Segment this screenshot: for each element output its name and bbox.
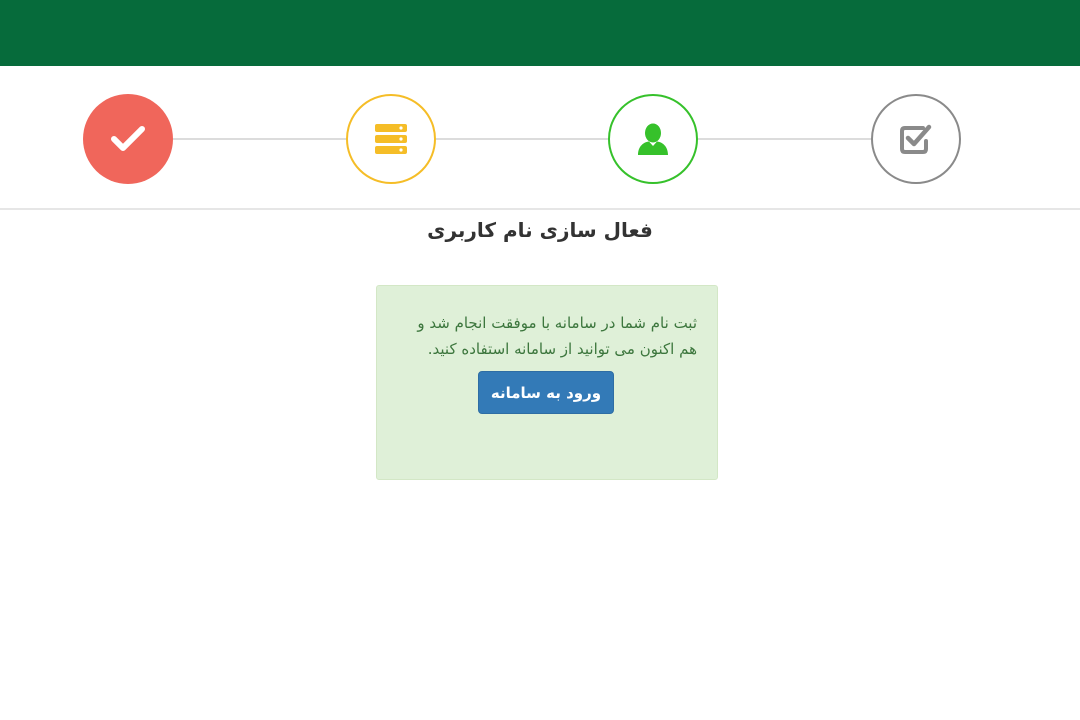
user-icon — [636, 122, 670, 156]
registration-stepper — [0, 66, 1080, 210]
step-connector — [698, 138, 871, 140]
step-connector — [436, 138, 608, 140]
step-user-account — [608, 94, 698, 184]
success-alert: ثبت نام شما در سامانه با موفقت انجام شد … — [376, 285, 718, 480]
page-title: فعال سازی نام کاربری — [427, 218, 653, 242]
step-completed — [83, 94, 173, 184]
database-icon — [374, 123, 408, 155]
top-header-bar — [0, 0, 1080, 66]
login-button[interactable]: ورود به سامانه — [478, 371, 614, 414]
step-information — [346, 94, 436, 184]
step-connector — [173, 138, 346, 140]
checkmark-icon — [110, 124, 146, 154]
checkbox-icon — [899, 123, 933, 155]
success-message: ثبت نام شما در سامانه با موفقت انجام شد … — [417, 314, 697, 358]
step-confirmation — [871, 94, 961, 184]
